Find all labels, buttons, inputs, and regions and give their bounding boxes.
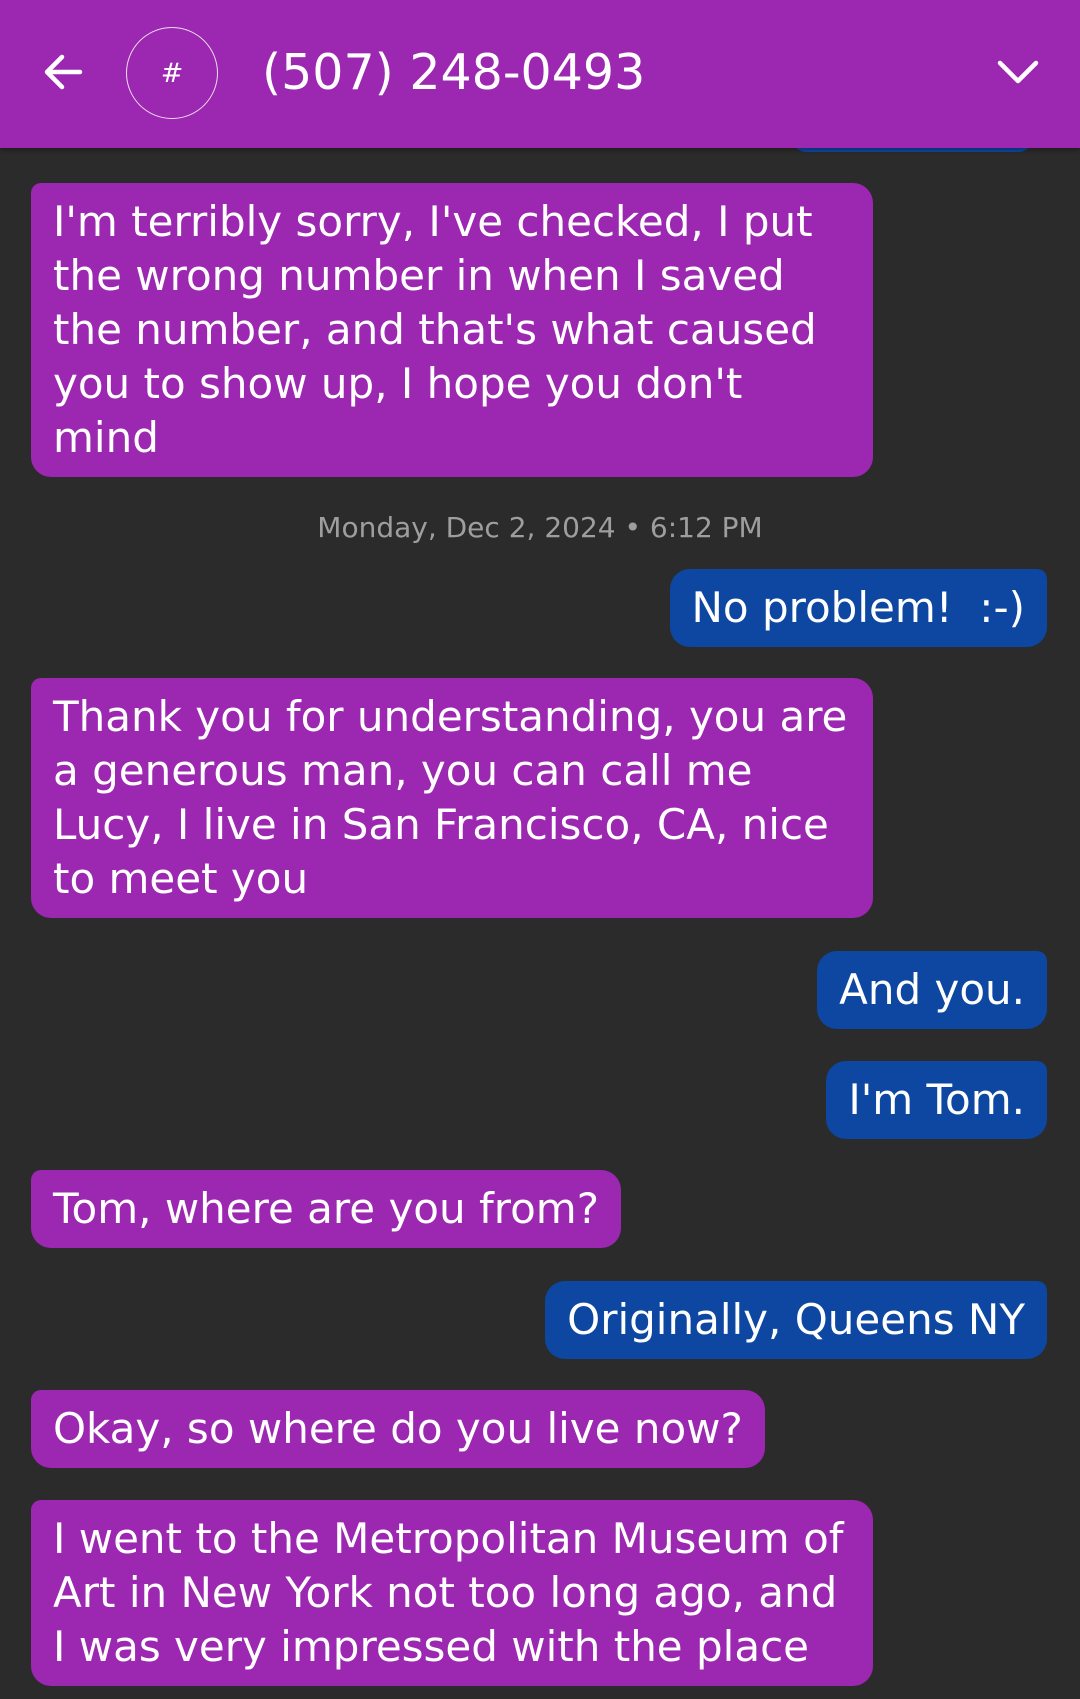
arrow-left-icon bbox=[44, 54, 83, 90]
message-timestamp: Monday, Dec 2, 2024 • 6:12 PM bbox=[317, 511, 763, 544]
message-bubble-incoming[interactable]: I'm terribly sorry, I've checked, I put … bbox=[31, 183, 873, 477]
message-bubble-outgoing[interactable]: And you. bbox=[817, 951, 1047, 1029]
message-bubble-outgoing[interactable]: I'm Tom. bbox=[826, 1061, 1047, 1139]
contact-number-title[interactable]: (507) 248-0493 bbox=[262, 40, 645, 106]
message-bubble-incoming[interactable]: I went to the Metropolitan Museum of Art… bbox=[31, 1500, 873, 1686]
contact-avatar[interactable]: # bbox=[126, 27, 218, 119]
conversation-menu-button[interactable] bbox=[990, 44, 1046, 100]
message-bubble-outgoing[interactable]: No problem! :-) bbox=[669, 569, 1047, 647]
message-bubble-incoming[interactable]: Okay, so where do you live now? bbox=[31, 1390, 765, 1468]
message-bubble-incoming[interactable]: Tom, where are you from? bbox=[31, 1170, 621, 1248]
back-button[interactable] bbox=[36, 44, 92, 100]
chevron-down-icon bbox=[997, 60, 1039, 84]
message-bubble-outgoing[interactable]: Originally, Queens NY bbox=[545, 1281, 1047, 1359]
avatar-glyph: # bbox=[160, 57, 184, 89]
conversation-header: # (507) 248-0493 bbox=[0, 0, 1080, 148]
message-bubble-incoming[interactable]: Thank you for understanding, you are a g… bbox=[31, 678, 873, 918]
